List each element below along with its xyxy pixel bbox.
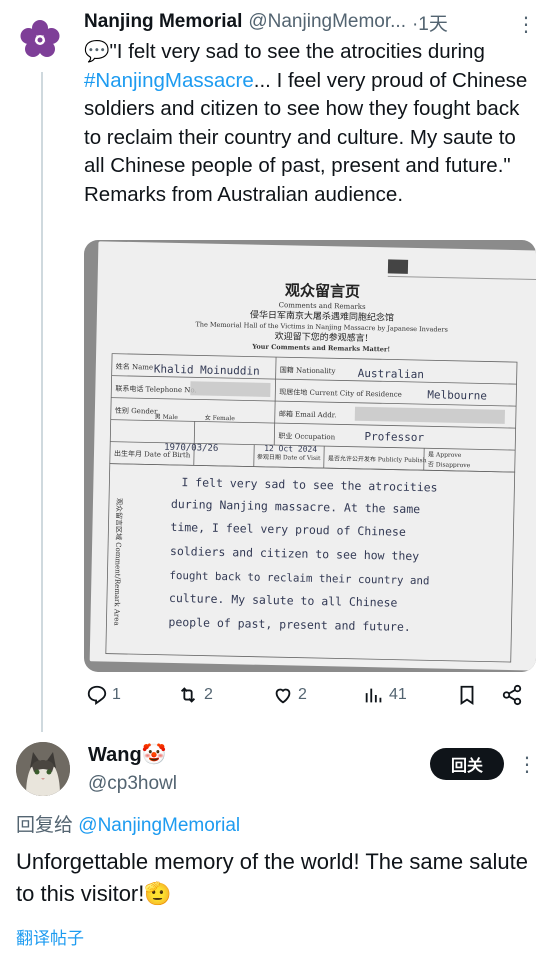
form-city-value: Melbourne (427, 388, 487, 402)
views-count: 41 (389, 686, 407, 703)
handwriting-line: I felt very sad to see the atrocities (181, 475, 437, 494)
form-approve-label: 是 Approve (428, 451, 462, 459)
flower-logo-icon (20, 20, 60, 57)
more-icon[interactable]: ⋮ (516, 12, 536, 37)
salute-emoji-icon: 🫡 (144, 881, 172, 906)
tweet-actions: 1 2 2 41 (84, 684, 536, 714)
tweet-main: Nanjing Memorial @NanjingMemor... ·1天 ⋮ … (84, 8, 536, 209)
more-icon[interactable]: ⋮ (517, 752, 537, 777)
like-icon (275, 688, 291, 704)
form-comment-area-label: 观众留言区域 Comment/Remark Area (112, 498, 124, 626)
form-female-label: 女 Female (205, 414, 236, 423)
form-name-label: 姓名 Name (116, 362, 153, 372)
timestamp[interactable]: ·1天 (412, 9, 448, 36)
thread-connector-line (41, 72, 43, 732)
reply-count: 1 (112, 686, 121, 703)
form-title-en: Comments and Remarks (279, 301, 366, 311)
form-disapprove-label: 否 Disapprove (428, 461, 471, 469)
form-occupation-label: 职业 Occupation (278, 431, 335, 441)
avatar[interactable] (14, 14, 66, 66)
handwritten-comment: I felt very sad to see the atrocities du… (168, 475, 437, 634)
reply-text-body: Unforgettable memory of the world! The s… (16, 849, 528, 906)
handwriting-line: during Nanjing massacre. At the same (171, 497, 421, 516)
handwriting-line: time, I feel very proud of Chinese (170, 520, 406, 539)
form-visit-label: 参观日期 Date of Visit (257, 453, 321, 462)
form-logo-icon (387, 259, 409, 274)
author-name[interactable]: Nanjing Memorial (84, 11, 242, 33)
form-city-label: 现居住地 Current City of Residence (279, 387, 402, 399)
reply-button[interactable]: 1 (86, 684, 121, 706)
form-dob-value: 1970/03/26 (164, 443, 218, 454)
form-email-label: 邮箱 Email Addr. (279, 409, 337, 419)
bookmark-button[interactable] (456, 684, 478, 706)
reply-author: Wang🤡 @cp3howl (88, 742, 177, 795)
tweet-photo[interactable]: 观众留言页 Comments and Remarks 侵华日军南京大屠杀遇难同胞… (84, 240, 536, 672)
follow-back-button[interactable]: 回关 (430, 748, 504, 780)
reply-icon (87, 685, 107, 706)
handwriting-line: people of past, present and future. (168, 615, 411, 634)
avatar[interactable] (16, 742, 70, 796)
share-button[interactable] (501, 684, 523, 706)
form-phone-label: 联系电话 Telephone No. (115, 384, 197, 395)
comment-form-paper: 观众留言页 Comments and Remarks 侵华日军南京大屠杀遇难同胞… (89, 241, 536, 671)
form-welcome-cn: 欢迎留下您的参观感言! (275, 330, 369, 344)
replying-to: 回复给 @NanjingMemorial (16, 810, 240, 837)
replying-handle-link[interactable]: @NanjingMemorial (78, 815, 240, 836)
replying-prefix: 回复给 (16, 815, 74, 836)
form-publish-label: 是否允许公开发布 Publicly Publish (328, 454, 427, 464)
clown-emoji-icon: 🤡 (141, 744, 167, 766)
form-male-label: 男 Male (155, 414, 179, 421)
form-name-value: Khalid Moinuddin (154, 363, 260, 378)
views-icon (365, 688, 382, 703)
form-nationality-label: 国籍 Nationality (280, 365, 336, 375)
translate-post-link[interactable]: 翻译帖子 (16, 924, 84, 949)
form-occupation-value: Professor (364, 430, 424, 444)
like-count: 2 (298, 686, 307, 703)
views-button[interactable]: 41 (363, 684, 407, 706)
form-title-cn: 观众留言页 (285, 281, 360, 301)
form-org-en: The Memorial Hall of the Victims in Nanj… (195, 320, 448, 333)
retweet-button[interactable]: 2 (176, 684, 213, 706)
author-handle[interactable]: @cp3howl (88, 773, 177, 795)
blurred-phone (190, 381, 271, 397)
reply-tweet-text: Unforgettable memory of the world! The s… (16, 846, 536, 910)
retweet-count: 2 (204, 686, 213, 703)
comment-form-drawing: 观众留言页 Comments and Remarks 侵华日军南京大屠杀遇难同胞… (105, 259, 536, 663)
author-handle[interactable]: @NanjingMemor... (248, 11, 406, 33)
handwriting-line: culture. My salute to all Chinese (169, 591, 398, 610)
share-icon (502, 684, 522, 706)
cat-avatar-icon (16, 742, 70, 796)
handwriting-line: soldiers and citizen to see how they (170, 544, 420, 563)
form-visit-value: 12 Oct 2024 (264, 444, 317, 454)
tweet-text-part: 💬"I felt very sad to see the atrocities … (84, 40, 485, 63)
like-button[interactable]: 2 (272, 684, 307, 706)
blurred-email (354, 406, 506, 424)
bookmark-icon (460, 685, 474, 705)
form-gender-label: 性别 Gender (115, 406, 158, 416)
author-name[interactable]: Wang (88, 744, 142, 766)
retweet-icon (180, 687, 196, 703)
form-welcome-en: Your Comments and Remarks Matter! (251, 343, 390, 354)
form-nationality-value: Australian (358, 367, 424, 381)
handwriting-line: fought back to reclaim their country and (169, 569, 429, 587)
tweet-text: 💬"I felt very sad to see the atrocities … (84, 38, 529, 209)
hashtag-link[interactable]: #NanjingMassacre (84, 69, 254, 92)
